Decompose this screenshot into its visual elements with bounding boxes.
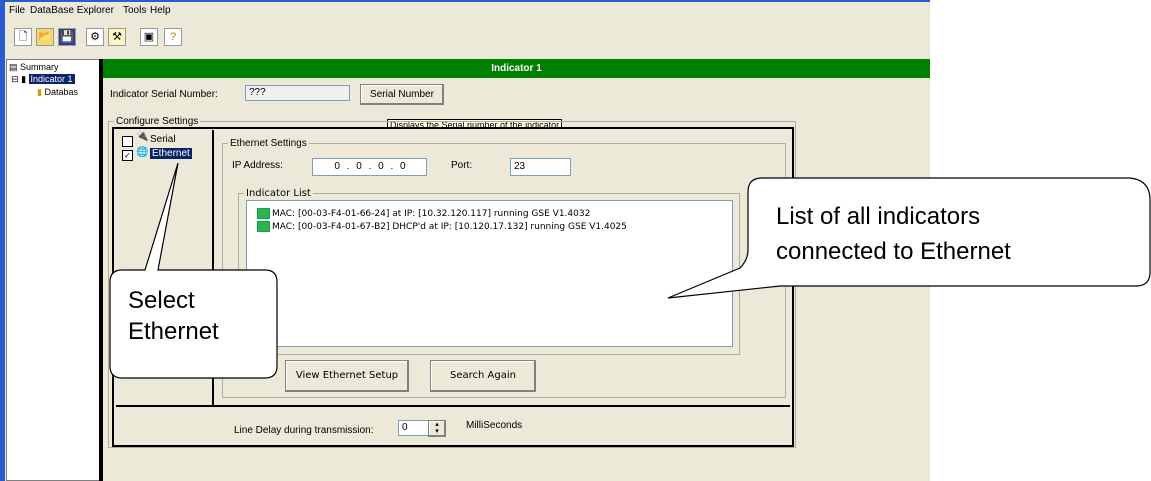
list-callout-line1: List of all indicators	[776, 203, 981, 230]
select-callout-line2: Ethernet	[128, 318, 219, 345]
list-callout-line2: connected to Ethernet	[776, 238, 1011, 265]
select-callout-line1: Select	[128, 287, 195, 314]
